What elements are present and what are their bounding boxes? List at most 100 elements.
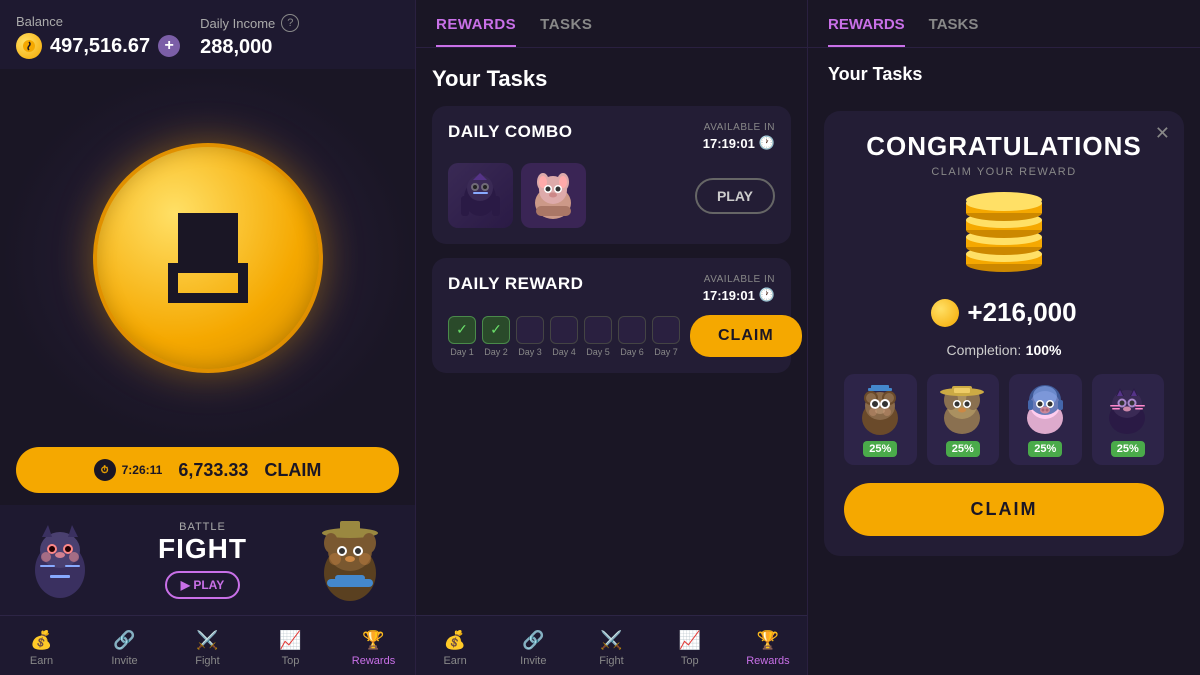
daily-combo-timer: AVAILABLE IN 17:19:01 🕐 (703, 122, 775, 151)
reward-avail-time: 17:19:01 🕐 (703, 287, 775, 303)
m-nav-invite[interactable]: 🔗 Invite (494, 624, 572, 671)
avail-label: AVAILABLE IN (704, 122, 775, 133)
claim-timer: ⏱ 7:26:11 (94, 459, 163, 481)
right-tabs: REWARDS TASKS (808, 0, 1200, 48)
claim-bar-button[interactable]: ⏱ 7:26:11 6,733.33 CLAIM (16, 447, 399, 493)
reward-characters: 25% 25% (844, 374, 1164, 465)
coin-icon (16, 33, 42, 59)
day-6-label: Day 6 (620, 347, 644, 357)
middle-panel: REWARDS TASKS Your Tasks DAILY COMBO AVA… (415, 0, 808, 675)
completion-pct: 100% (1026, 342, 1062, 358)
battle-info: BATTLE FIGHT ▶ PLAY (116, 521, 289, 599)
nav-rewards-label: Rewards (352, 655, 395, 667)
combo-avail-time: 17:19:01 🕐 (703, 135, 775, 151)
help-button[interactable]: ? (281, 14, 299, 32)
fight-icon: ⚔️ (196, 628, 220, 652)
m-nav-top[interactable]: 📈 Top (651, 624, 729, 671)
day-2-check: ✓ (482, 316, 510, 344)
daily-income-value: 288,000 (200, 36, 299, 59)
day-4-label: Day 4 (552, 347, 576, 357)
nav-invite-label: Invite (111, 655, 137, 667)
combo-play-button[interactable]: PLAY (695, 178, 775, 214)
day-6-check (618, 316, 646, 344)
close-button[interactable]: ✕ (1155, 123, 1170, 144)
daily-reward-claim-button[interactable]: CLAIM (690, 315, 802, 357)
char-bear: 25% (844, 374, 917, 465)
earn-icon: 💰 (30, 628, 54, 652)
day-3-check (516, 316, 544, 344)
char-pig: 25% (1009, 374, 1082, 465)
m-invite-icon: 🔗 (521, 628, 545, 652)
top-icon: 📈 (279, 628, 303, 652)
m-rewards-label: Rewards (746, 655, 789, 667)
tab-tasks[interactable]: TASKS (540, 16, 592, 47)
day-3: Day 3 (516, 316, 544, 357)
m-nav-fight[interactable]: ⚔️ Fight (572, 624, 650, 671)
daily-income-section: Daily Income ? 288,000 (200, 14, 299, 59)
nav-invite[interactable]: 🔗 Invite (83, 624, 166, 671)
congratulations-panel: ✕ CONGRATULATIONS CLAIM YOUR REWARD (824, 111, 1184, 556)
balance-value: 497,516.67 + (16, 33, 180, 59)
right-panel: REWARDS TASKS Your Tasks ✕ CONGRATULATIO… (808, 0, 1200, 675)
right-tab-rewards[interactable]: REWARDS (828, 16, 905, 47)
middle-tabs: REWARDS TASKS (416, 0, 807, 48)
dog-character (305, 515, 395, 605)
daily-income-label: Daily Income (200, 16, 275, 31)
daily-combo-card: DAILY COMBO AVAILABLE IN 17:19:01 🕐 (432, 106, 791, 244)
nav-top[interactable]: 📈 Top (249, 624, 332, 671)
rewards-icon: 🏆 (362, 628, 386, 652)
daily-reward-timer: AVAILABLE IN 17:19:01 🕐 (703, 274, 775, 303)
reward-amount: +216,000 (931, 297, 1076, 328)
dog-icon (935, 382, 990, 437)
bear-icon (853, 382, 908, 437)
day-7-label: Day 7 (654, 347, 678, 357)
combo-char-2 (521, 163, 586, 228)
nav-fight[interactable]: ⚔️ Fight (166, 624, 249, 671)
congrats-title: CONGRATULATIONS (866, 131, 1141, 162)
day-1: ✓ Day 1 (448, 316, 476, 357)
claim-label: CLAIM (264, 460, 321, 481)
battle-title: FIGHT (116, 533, 289, 565)
spiral-icon (143, 193, 273, 323)
day-5-check (584, 316, 612, 344)
right-content-header: Your Tasks (808, 48, 1200, 101)
day-4-check (550, 316, 578, 344)
right-tab-tasks[interactable]: TASKS (929, 16, 979, 47)
reward-avail-label: AVAILABLE IN (704, 274, 775, 285)
add-balance-button[interactable]: + (158, 35, 180, 57)
main-coin-button[interactable] (93, 143, 323, 373)
reward-coin-icon (931, 299, 959, 327)
tab-rewards[interactable]: REWARDS (436, 16, 516, 47)
black-cat-icon (1100, 382, 1155, 437)
battle-play-button[interactable]: ▶ PLAY (165, 571, 240, 599)
day-5: Day 5 (584, 316, 612, 357)
nav-top-label: Top (282, 655, 300, 667)
m-nav-rewards[interactable]: 🏆 Rewards (729, 624, 807, 671)
day-1-label: Day 1 (450, 347, 474, 357)
m-nav-earn[interactable]: 💰 Earn (416, 624, 494, 671)
clock-icon: 🕐 (759, 135, 775, 151)
m-rewards-icon: 🏆 (756, 628, 780, 652)
day-1-check: ✓ (448, 316, 476, 344)
nav-rewards[interactable]: 🏆 Rewards (332, 624, 415, 671)
congrats-subtitle: CLAIM YOUR REWARD (931, 166, 1076, 178)
congrats-claim-button[interactable]: CLAIM (844, 483, 1164, 536)
combo-char-1 (448, 163, 513, 228)
nav-fight-label: Fight (195, 655, 219, 667)
coins-stack-illustration (944, 192, 1064, 283)
claim-amount: 6,733.33 (178, 460, 248, 481)
m-fight-icon: ⚔️ (600, 628, 624, 652)
day-2-label: Day 2 (484, 347, 508, 357)
invite-icon: 🔗 (113, 628, 137, 652)
clock-icon-2: 🕐 (759, 287, 775, 303)
timer-icon: ⏱ (94, 459, 116, 481)
m-invite-label: Invite (520, 655, 546, 667)
daily-combo-header: DAILY COMBO AVAILABLE IN 17:19:01 🕐 (448, 122, 775, 151)
balance-section: Balance 497,516.67 + (16, 14, 180, 59)
left-panel: Balance 497,516.67 + Daily Income ? 288,… (0, 0, 415, 675)
tasks-section-title: Your Tasks (432, 66, 791, 92)
char-dog-pct: 25% (946, 441, 980, 457)
nav-earn[interactable]: 💰 Earn (0, 624, 83, 671)
daily-reward-card: DAILY REWARD AVAILABLE IN 17:19:01 🕐 ✓ D… (432, 258, 791, 373)
m-fight-label: Fight (599, 655, 623, 667)
